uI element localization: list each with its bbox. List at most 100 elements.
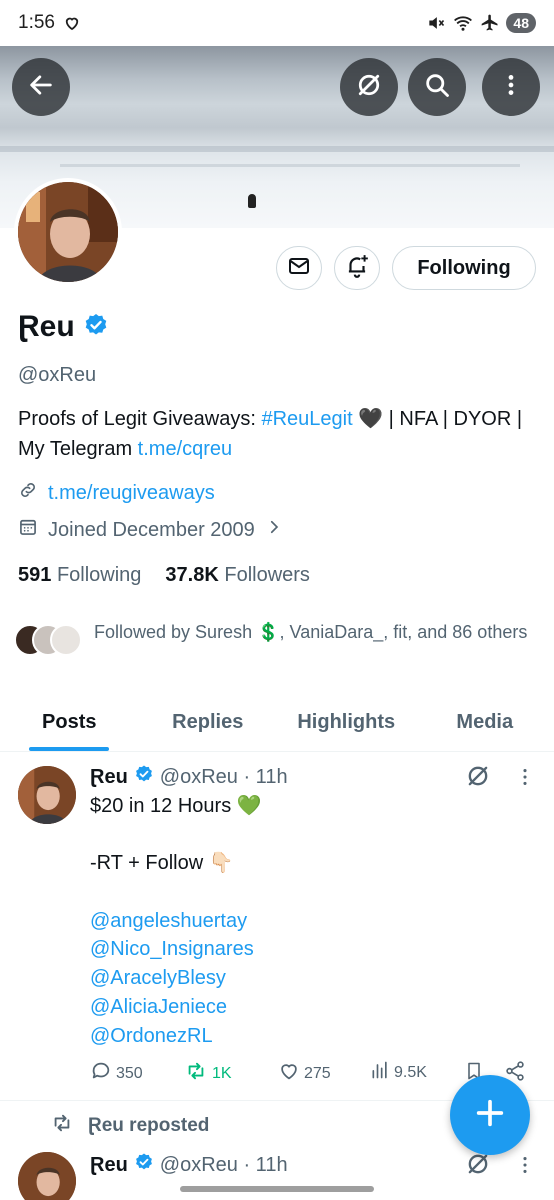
airplane-icon [480, 13, 500, 33]
mute-icon [426, 13, 446, 33]
post-line: $20 in 12 Hours 💚 [90, 795, 262, 817]
reply-count: 350 [116, 1064, 143, 1082]
pointing-down-emoji: 👇🏻 [208, 852, 234, 875]
post-header: Ɽeu @oxReu · 11h [90, 1152, 288, 1178]
search-button[interactable] [408, 58, 466, 116]
link-icon [18, 480, 38, 506]
black-heart-emoji: 🖤 [358, 408, 384, 430]
calendar-icon [18, 517, 38, 543]
wifi-icon [452, 13, 474, 33]
profile-joined-date: Joined December 2009 [48, 518, 255, 541]
green-heart-emoji: 💚 [236, 795, 262, 817]
status-bar: 1:56 48 [0, 0, 554, 46]
tab-posts[interactable]: Posts [0, 694, 139, 751]
followed-by-suffix: , VaniaDara_, fit, and 86 others [279, 622, 528, 642]
post-header: Ɽeu @oxReu · 11h [90, 764, 288, 790]
tab-media[interactable]: Media [416, 694, 554, 751]
followers-count: 37.8K [165, 564, 219, 586]
profile-handle: @oxReu [18, 364, 97, 386]
profile-website-link[interactable]: t.me/reugiveaways [48, 482, 215, 505]
followed-by-section[interactable]: Followed by Suresh 💲, VaniaDara_, fit, a… [14, 620, 534, 660]
verified-badge-icon [134, 764, 154, 790]
search-icon [423, 71, 451, 104]
repost-count: 1K [212, 1064, 232, 1082]
views-count: 9.5K [394, 1063, 427, 1081]
post-text: $20 in 12 Hours 💚 -RT + Follow 👇🏻 @angel… [90, 792, 530, 1050]
bio-hashtag-link[interactable]: #ReuLegit [261, 408, 352, 430]
chevron-right-icon [265, 518, 283, 542]
views-chart-icon [370, 1060, 390, 1085]
repost-small-icon [50, 1112, 74, 1140]
followers-you-know-avatars [14, 620, 84, 660]
post-handle-time: @oxReu · 11h [159, 765, 288, 788]
post-more-icon[interactable] [514, 766, 536, 793]
repost-button[interactable]: 1K [184, 1060, 232, 1087]
reply-button[interactable]: 350 [90, 1060, 143, 1087]
notifications-button[interactable] [334, 246, 380, 290]
followers-label: Followers [224, 564, 310, 586]
status-time: 1:56 [18, 12, 55, 33]
profile-tabs: Posts Replies Highlights Media [0, 694, 554, 752]
mention-link[interactable]: @angeleshuertay [90, 910, 247, 932]
profile-avatar[interactable] [14, 178, 122, 286]
post-author-avatar[interactable] [18, 1152, 76, 1200]
profile-follow-counts: 591 Following 37.8K Followers [18, 564, 310, 587]
banner-ice-band [60, 164, 520, 167]
post-handle-time: @oxReu · 11h [159, 1153, 288, 1176]
avatar [50, 624, 82, 656]
profile-joined-row[interactable]: Joined December 2009 [18, 517, 283, 543]
tab-highlights[interactable]: Highlights [277, 694, 416, 751]
post-line: -RT + Follow 👇🏻 [90, 852, 234, 875]
heart-icon [278, 1060, 300, 1087]
plus-icon [473, 1096, 507, 1135]
bell-plus-icon [344, 253, 370, 284]
post-author-avatar[interactable] [18, 766, 76, 824]
grok-icon[interactable] [464, 762, 492, 795]
post-author-name[interactable]: Ɽeu [90, 766, 128, 789]
like-button[interactable]: 275 [278, 1060, 331, 1087]
following-count: 591 [18, 564, 52, 586]
more-vertical-icon [498, 72, 524, 103]
battery-indicator: 48 [506, 13, 536, 33]
heart-outline-icon [63, 14, 81, 32]
repost-indicator: Ɽeu reposted [50, 1112, 209, 1140]
tab-replies[interactable]: Replies [139, 694, 278, 751]
following-button[interactable]: Following [392, 246, 536, 290]
bio-text: Proofs of Legit Giveaways: [18, 408, 262, 430]
verified-badge-icon [83, 312, 109, 343]
post-more-icon[interactable] [514, 1154, 536, 1181]
following-count-link[interactable]: 591 Following [18, 564, 141, 587]
envelope-icon [287, 254, 311, 283]
mention-link[interactable]: @Nico_Insignares [90, 938, 254, 960]
more-options-button[interactable] [482, 58, 540, 116]
repost-icon [184, 1060, 208, 1087]
grok-button[interactable] [340, 58, 398, 116]
post-author-name[interactable]: Ɽeu [90, 1154, 128, 1177]
message-button[interactable] [276, 246, 322, 290]
views-button[interactable]: 9.5K [370, 1060, 427, 1085]
grok-icon [354, 70, 384, 105]
mention-link[interactable]: @OrdonezRL [90, 1025, 213, 1047]
profile-bio: Proofs of Legit Giveaways: #ReuLegit 🖤 |… [18, 404, 538, 464]
dollar-emoji: 💲 [257, 622, 280, 642]
compose-post-button[interactable] [450, 1075, 530, 1155]
followers-count-link[interactable]: 37.8K Followers [165, 564, 310, 587]
banner-penguin [248, 194, 256, 208]
arrow-left-icon [27, 71, 55, 104]
followed-by-text: Followed by Suresh 💲, VaniaDara_, fit, a… [94, 620, 527, 660]
repost-label: Ɽeu reposted [88, 1115, 210, 1136]
mention-link[interactable]: @AliciaJeniece [90, 996, 227, 1018]
verified-badge-icon [134, 1152, 154, 1178]
banner-ice-band [0, 146, 554, 152]
profile-website-row: t.me/reugiveaways [18, 480, 215, 506]
profile-name: Ɽeu [18, 310, 75, 343]
reply-icon [90, 1060, 112, 1087]
mention-link[interactable]: @AracelyBlesy [90, 967, 226, 989]
home-indicator[interactable] [180, 1186, 374, 1192]
following-label: Following [56, 564, 142, 586]
like-count: 275 [304, 1064, 331, 1082]
back-button[interactable] [12, 58, 70, 116]
profile-name-row: Ɽeu [18, 310, 109, 344]
bio-telegram-link[interactable]: t.me/cqreu [138, 438, 232, 460]
followed-by-prefix: Followed by Suresh [94, 622, 258, 642]
